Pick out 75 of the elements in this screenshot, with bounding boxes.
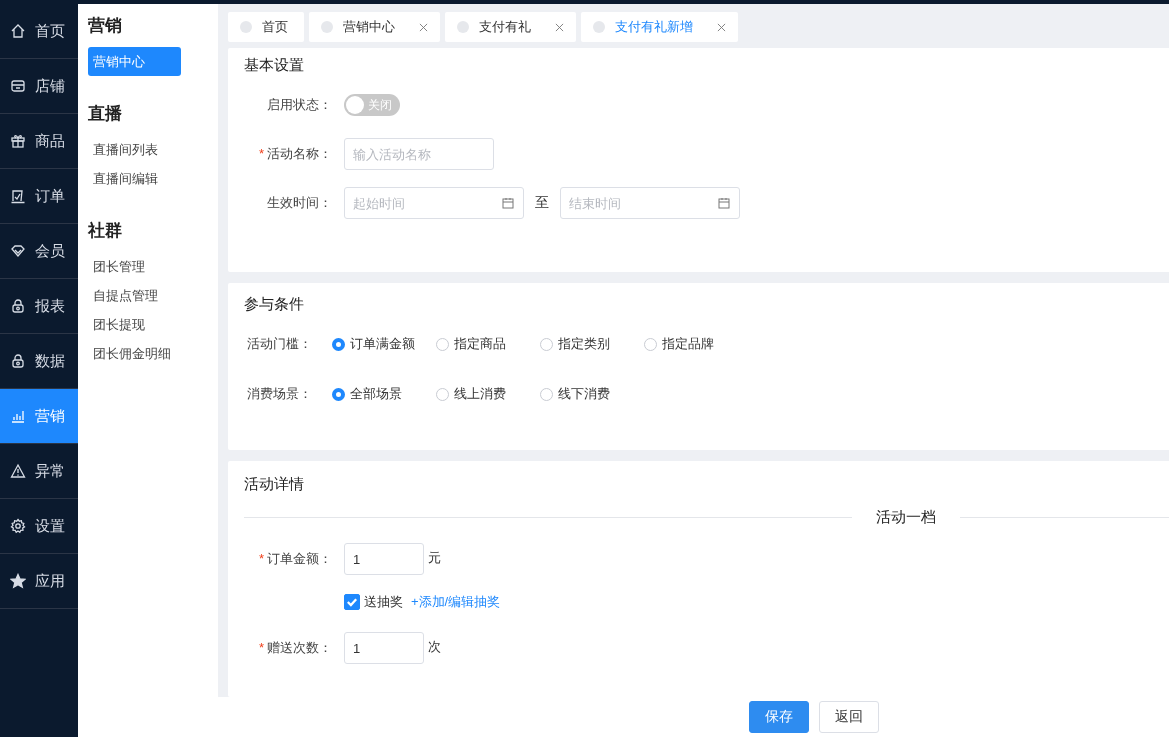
- radio-button[interactable]: [436, 387, 449, 401]
- radio-button[interactable]: [436, 337, 449, 351]
- calendar-icon: [502, 197, 514, 209]
- required-mark: *: [258, 640, 264, 655]
- settings-icon: [10, 518, 26, 534]
- section-title: 活动详情: [244, 475, 305, 494]
- submenu-item[interactable]: 团长提现: [88, 310, 208, 339]
- submenu-heading: 营销: [88, 15, 123, 37]
- section-title: 参与条件: [244, 295, 305, 314]
- required-mark: *: [258, 551, 264, 566]
- home-icon: [10, 23, 26, 39]
- radio-option[interactable]: 订单满金额: [332, 335, 436, 353]
- radio-option[interactable]: 指定品牌: [644, 335, 748, 353]
- field-label: 活动名称：: [267, 146, 332, 161]
- range-separator: 至: [535, 194, 549, 212]
- close-icon[interactable]: [717, 22, 726, 32]
- edit-lottery-link[interactable]: +添加/编辑抽奖: [411, 593, 501, 611]
- close-icon[interactable]: [419, 22, 428, 32]
- radio-button[interactable]: [540, 337, 553, 351]
- dot-icon: [240, 21, 252, 33]
- bar-chart-icon: [10, 408, 26, 424]
- radio-button[interactable]: [332, 337, 345, 351]
- diamond-icon: [10, 243, 26, 259]
- field-label: 生效时间：: [266, 194, 333, 212]
- submenu-item[interactable]: 直播间编辑: [88, 164, 208, 193]
- nav-item[interactable]: 营销: [0, 389, 78, 444]
- submenu-heading: 直播: [88, 103, 123, 125]
- radio-button[interactable]: [540, 387, 553, 401]
- submenu-item[interactable]: 团长佣金明细: [88, 339, 208, 368]
- end-date-input[interactable]: 结束时间: [560, 187, 740, 219]
- name-input[interactable]: 输入活动名称: [344, 138, 494, 170]
- lock-icon: [10, 353, 26, 369]
- warning-icon: [10, 463, 26, 479]
- receipt-icon: [10, 188, 26, 204]
- dot-icon: [457, 21, 469, 33]
- radio-option[interactable]: 线上消费: [436, 385, 540, 403]
- field-label: 活动门槛：: [246, 335, 313, 353]
- field-label: 消费场景：: [246, 385, 313, 403]
- page-tab[interactable]: 首页: [228, 12, 304, 42]
- radio-button[interactable]: [332, 387, 345, 401]
- tier-title: 活动一档: [875, 508, 937, 527]
- start-date-input[interactable]: 起始时间: [344, 187, 524, 219]
- page-tab[interactable]: 支付有礼新增: [581, 12, 738, 42]
- required-mark: *: [258, 146, 264, 161]
- dot-icon: [321, 21, 333, 33]
- amount-input[interactable]: 1: [344, 543, 424, 575]
- unit-label: 次: [428, 638, 441, 656]
- gift-icon: [10, 133, 26, 149]
- radio-option[interactable]: 全部场景: [332, 385, 436, 403]
- submenu-item[interactable]: 自提点管理: [88, 281, 208, 310]
- calendar-icon: [718, 197, 730, 209]
- star-icon: [10, 573, 26, 589]
- dot-icon: [593, 21, 605, 33]
- lock-icon: [10, 298, 26, 314]
- radio-button[interactable]: [644, 337, 657, 351]
- radio-option[interactable]: 指定类别: [540, 335, 644, 353]
- count-input[interactable]: 1: [344, 632, 424, 664]
- field-label: 订单金额：: [267, 551, 332, 566]
- submenu-item[interactable]: 团长管理: [88, 252, 208, 281]
- page-tab[interactable]: 支付有礼: [445, 12, 576, 42]
- field-label: 赠送次数：: [267, 640, 332, 655]
- section-title: 基本设置: [244, 56, 305, 75]
- checkbox-label: 送抽奖: [364, 593, 403, 611]
- close-icon[interactable]: [555, 22, 564, 32]
- field-label: 启用状态：: [266, 96, 333, 114]
- submenu-item[interactable]: 营销中心: [88, 47, 181, 76]
- back-button[interactable]: 返回: [819, 701, 879, 733]
- radio-option[interactable]: 指定商品: [436, 335, 540, 353]
- page-tab[interactable]: 营销中心: [309, 12, 440, 42]
- store-icon: [10, 78, 26, 94]
- submenu-item[interactable]: 直播间列表: [88, 135, 208, 164]
- submenu-heading: 社群: [88, 220, 123, 242]
- checkbox[interactable]: [344, 594, 360, 610]
- unit-label: 元: [428, 549, 441, 567]
- radio-option[interactable]: 线下消费: [540, 385, 644, 403]
